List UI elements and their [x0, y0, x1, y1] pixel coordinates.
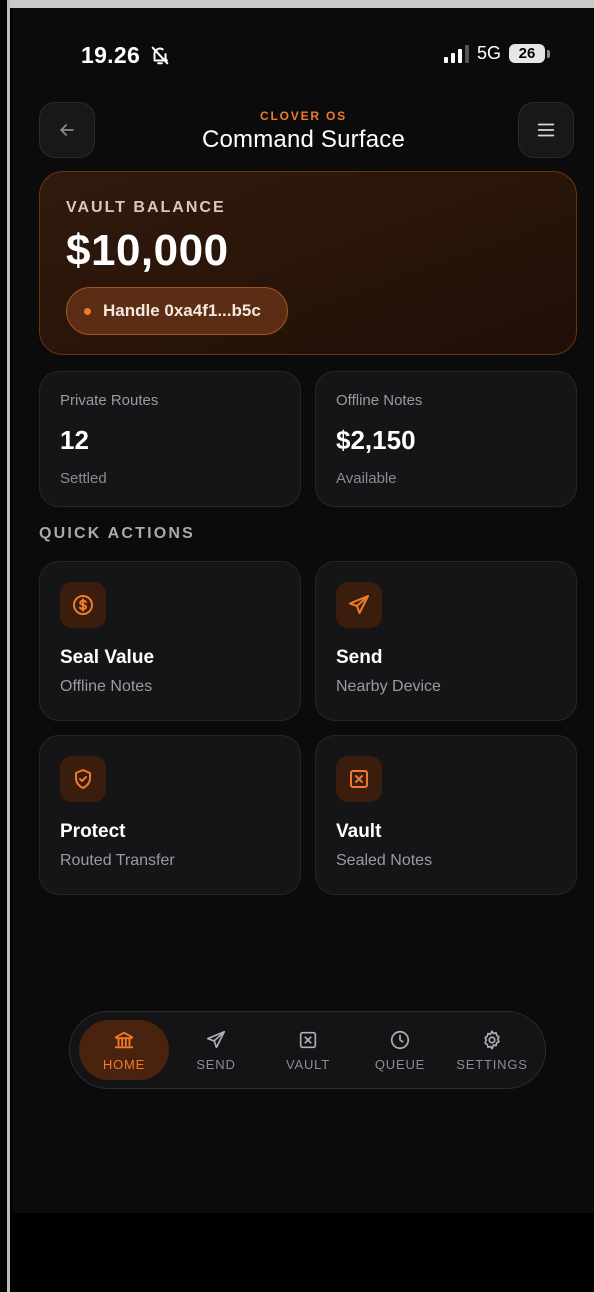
signal-icon: [443, 44, 469, 63]
action-title: Protect: [60, 821, 126, 842]
action-vault[interactable]: Vault Sealed Notes: [315, 735, 577, 895]
menu-icon: [537, 123, 555, 137]
frame-top-edge: [0, 0, 594, 8]
stat-sub: Settled: [60, 470, 107, 487]
nav-label: VAULT: [286, 1056, 330, 1072]
status-time: 19.26: [81, 42, 141, 68]
action-seal-value[interactable]: Seal Value Offline Notes: [39, 561, 301, 721]
frame-left-edge: [0, 0, 10, 1292]
stat-label: Offline Notes: [336, 392, 423, 409]
stat-card-offline-notes: Offline Notes $2,150 Available: [315, 371, 577, 507]
bell-muted-icon: [151, 46, 169, 65]
nav-label: SEND: [196, 1056, 236, 1072]
status-indicators: 5G 26: [443, 43, 550, 64]
stat-card-private-routes: Private Routes 12 Settled: [39, 371, 301, 507]
action-protect[interactable]: Protect Routed Transfer: [39, 735, 301, 895]
send-icon: [206, 1030, 226, 1048]
action-title: Vault: [336, 821, 382, 842]
nav-item-vault[interactable]: VAULT: [263, 1020, 353, 1080]
dollar-circle-icon: [73, 595, 93, 615]
handle-pill[interactable]: Handle 0xa4f1...b5c: [66, 287, 288, 335]
handle-text: Handle 0xa4f1...b5c: [103, 301, 261, 320]
bank-icon: [114, 1031, 134, 1048]
stat-sub: Available: [336, 470, 397, 487]
app-kicker: CLOVER OS: [260, 109, 347, 123]
app-screen: 19.26 5G 26 CLOVER OS Command Surface VA…: [13, 8, 594, 1213]
device-frame: 19.26 5G 26 CLOVER OS Command Surface VA…: [0, 0, 594, 1292]
stat-value: 12: [60, 425, 89, 455]
action-subtitle: Sealed Notes: [336, 852, 433, 869]
nav-label: QUEUE: [374, 1056, 426, 1072]
gear-icon: [484, 1029, 500, 1050]
nav-item-home[interactable]: HOME: [79, 1020, 169, 1080]
page-title: Command Surface: [201, 126, 406, 153]
nav-label: SETTINGS: [456, 1056, 528, 1072]
vault-icon: [299, 1031, 317, 1048]
vault-balance-label: VAULT BALANCE: [66, 199, 226, 216]
bottom-nav: HOME SEND VAULT QUEUE SETTINGS: [69, 1011, 546, 1089]
menu-button[interactable]: [518, 102, 574, 158]
action-subtitle: Offline Notes: [60, 678, 153, 695]
vault-icon: [350, 770, 368, 788]
stat-value: $2,150: [336, 425, 416, 455]
vault-balance-card: VAULT BALANCE $10,000 Handle 0xa4f1...b5…: [39, 171, 577, 355]
action-subtitle: Routed Transfer: [60, 852, 175, 869]
stat-label: Private Routes: [60, 392, 159, 409]
nav-label: HOME: [102, 1056, 146, 1072]
battery-icon: 26: [509, 44, 550, 63]
action-title: Send: [336, 647, 383, 668]
shield-icon: [75, 769, 91, 789]
action-title: Seal Value: [60, 647, 155, 668]
nav-item-settings[interactable]: SETTINGS: [447, 1020, 537, 1080]
send-icon: [349, 595, 369, 614]
quick-actions-title: QUICK ACTIONS: [39, 525, 196, 542]
network-type: 5G: [476, 43, 501, 63]
clock-icon: [390, 1030, 410, 1049]
nav-item-queue[interactable]: QUEUE: [355, 1020, 445, 1080]
below-screen-area: [13, 1213, 594, 1292]
nav-item-send[interactable]: SEND: [171, 1020, 261, 1080]
battery-level: 26: [509, 44, 545, 63]
status-dot-icon: [84, 307, 91, 315]
action-send[interactable]: Send Nearby Device: [315, 561, 577, 721]
action-subtitle: Nearby Device: [336, 678, 441, 695]
vault-balance-amount: $10,000: [66, 226, 229, 275]
